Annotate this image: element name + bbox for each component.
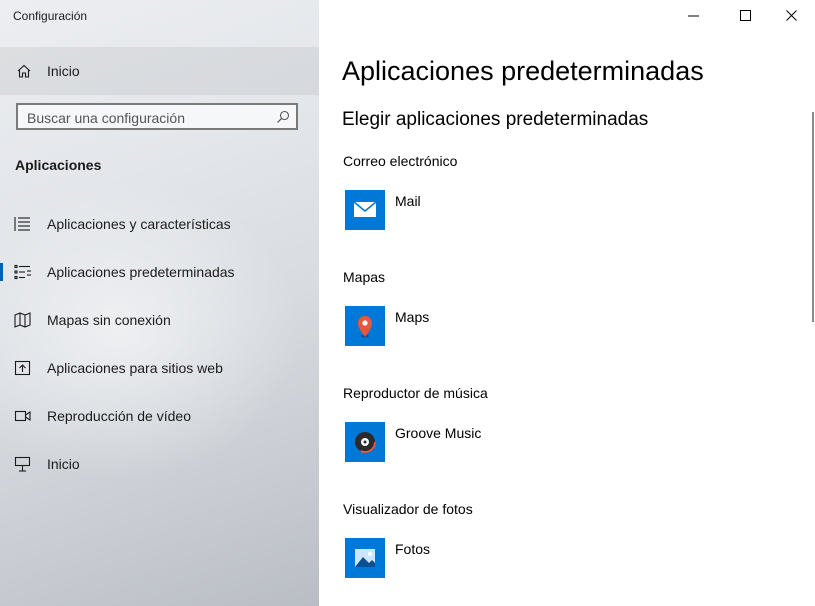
sidebar-item-label: Inicio bbox=[47, 456, 80, 472]
map-icon bbox=[14, 312, 31, 328]
maximize-icon bbox=[740, 10, 751, 21]
default-photos-app-name: Fotos bbox=[395, 541, 431, 557]
video-icon bbox=[14, 410, 31, 422]
category-label-photos: Visualizador de fotos bbox=[343, 501, 473, 517]
category-label-maps: Mapas bbox=[343, 269, 386, 285]
window-title: Configuración bbox=[13, 9, 88, 23]
category-label-music: Reproductor de música bbox=[343, 385, 488, 401]
default-apps-icon bbox=[14, 264, 31, 280]
sidebar-item-video-playback[interactable]: Reproducción de vídeo bbox=[0, 396, 319, 436]
sidebar-item-offline-maps[interactable]: Mapas sin conexión bbox=[0, 300, 319, 340]
sidebar-item-startup[interactable]: Inicio bbox=[0, 444, 319, 484]
sidebar-item-apps-websites[interactable]: Aplicaciones para sitios web bbox=[0, 348, 319, 388]
open-website-icon bbox=[14, 360, 31, 376]
sidebar-item-apps-features[interactable]: Aplicaciones y características bbox=[0, 204, 319, 244]
default-music-app-name: Groove Music bbox=[395, 425, 482, 441]
list-icon bbox=[14, 217, 30, 231]
default-maps-app-button[interactable] bbox=[345, 306, 385, 346]
minimize-icon bbox=[688, 15, 699, 17]
default-photos-app-button[interactable] bbox=[345, 538, 385, 578]
sidebar-section-title: Aplicaciones bbox=[15, 157, 102, 173]
search-placeholder: Buscar una configuración bbox=[27, 110, 185, 126]
default-music-app-button[interactable] bbox=[345, 422, 385, 462]
main-content: Aplicaciones predeterminadas Elegir apli… bbox=[319, 0, 815, 606]
startup-icon bbox=[14, 456, 31, 472]
page-title: Aplicaciones predeterminadas bbox=[342, 56, 704, 86]
default-maps-app-name: Maps bbox=[395, 309, 430, 325]
sidebar-item-label: Aplicaciones predeterminadas bbox=[47, 264, 235, 280]
sidebar-item-label: Aplicaciones y características bbox=[47, 216, 231, 232]
selection-indicator bbox=[0, 263, 3, 281]
default-email-app-button[interactable] bbox=[345, 190, 385, 230]
scrollbar[interactable] bbox=[812, 112, 814, 322]
sidebar-item-default-apps[interactable]: Aplicaciones predeterminadas bbox=[0, 252, 319, 292]
sidebar-home-label: Inicio bbox=[47, 63, 80, 79]
sidebar-item-label: Mapas sin conexión bbox=[47, 312, 171, 328]
search-input[interactable]: Buscar una configuración bbox=[16, 103, 298, 130]
sidebar-home-button[interactable]: Inicio bbox=[0, 47, 319, 95]
default-email-app-name: Mail bbox=[395, 193, 421, 209]
sidebar: Configuración Inicio Buscar una configur… bbox=[0, 0, 319, 606]
groove-music-icon bbox=[354, 431, 376, 453]
close-button[interactable] bbox=[769, 0, 815, 32]
home-icon bbox=[17, 64, 31, 78]
sidebar-item-label: Reproducción de vídeo bbox=[47, 408, 191, 424]
close-icon bbox=[786, 10, 797, 21]
photos-icon bbox=[355, 549, 375, 567]
maximize-button[interactable] bbox=[723, 0, 769, 32]
search-icon[interactable] bbox=[276, 110, 290, 124]
minimize-button[interactable] bbox=[671, 0, 717, 32]
category-label-email: Correo electrónico bbox=[343, 153, 458, 169]
mail-icon bbox=[353, 201, 377, 217]
section-subtitle: Elegir aplicaciones predeterminadas bbox=[342, 109, 649, 130]
sidebar-item-label: Aplicaciones para sitios web bbox=[47, 360, 223, 376]
maps-pin-icon bbox=[358, 316, 372, 338]
